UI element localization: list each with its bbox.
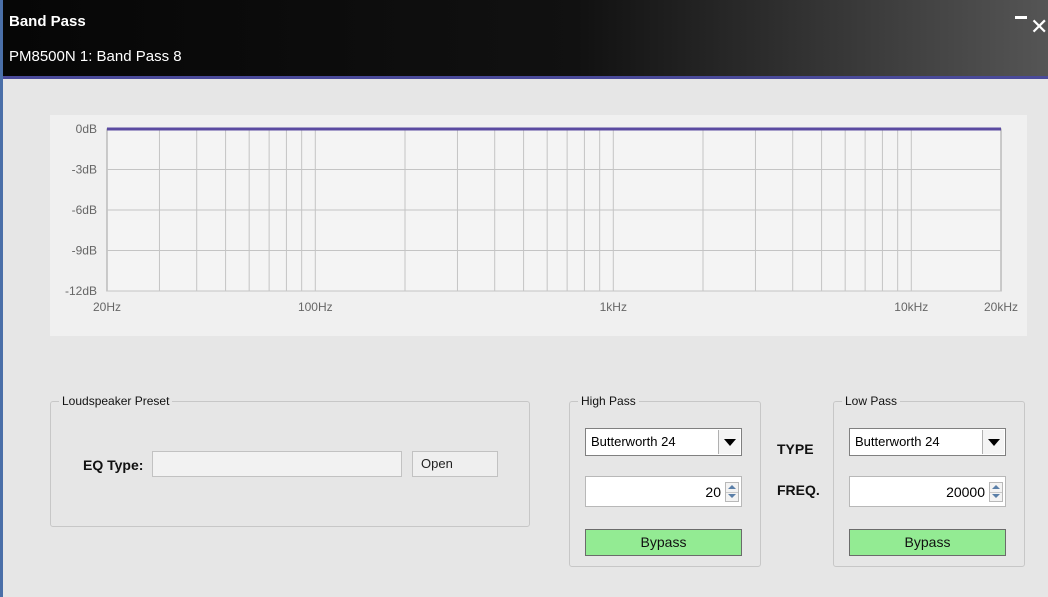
title-bar[interactable]: Band Pass PM8500N 1: Band Pass 8 ✕	[3, 0, 1048, 76]
open-button[interactable]: Open	[412, 451, 498, 477]
low-pass-legend: Low Pass	[842, 394, 901, 408]
loudspeaker-preset-legend: Loudspeaker Preset	[59, 394, 173, 408]
frequency-response-graph: 0dB -3dB -6dB -9dB -12dB 20Hz 100Hz 1kHz 10kHz 20…	[50, 115, 1027, 336]
y-tick-label: -3dB	[72, 163, 97, 177]
high-pass-freq-spinner	[725, 482, 739, 502]
x-tick-label: 100Hz	[298, 300, 333, 314]
low-pass-bypass-button[interactable]: Bypass	[849, 529, 1006, 556]
x-tick-label: 10kHz	[894, 300, 928, 314]
x-tick-label: 20Hz	[93, 300, 121, 314]
spin-down-icon[interactable]	[726, 492, 738, 501]
low-pass-type-value: Butterworth 24	[855, 434, 940, 449]
minimize-icon	[1015, 16, 1027, 19]
y-tick-label: -6dB	[72, 203, 97, 217]
y-tick-label: -9dB	[72, 244, 97, 258]
low-pass-type-select[interactable]: Butterworth 24	[849, 428, 1006, 456]
chevron-down-icon	[724, 439, 736, 446]
loudspeaker-preset-group: Loudspeaker Preset EQ Type: Open	[50, 394, 530, 527]
high-pass-legend: High Pass	[578, 394, 639, 408]
high-pass-type-dropdown[interactable]	[718, 430, 740, 454]
low-pass-freq-value: 20000	[946, 484, 985, 500]
band-pass-window: Band Pass PM8500N 1: Band Pass 8 ✕ 0dB -3…	[0, 0, 1048, 597]
close-icon: ✕	[1030, 14, 1048, 39]
x-tick-label: 20kHz	[984, 300, 1018, 314]
x-tick-label: 1kHz	[600, 300, 627, 314]
chevron-down-icon	[988, 439, 1000, 446]
close-button[interactable]: ✕	[1030, 16, 1048, 38]
frequency-response-chart: 0dB -3dB -6dB -9dB -12dB 20Hz 100Hz 1kHz 10kHz 20…	[65, 122, 1018, 314]
low-pass-type-dropdown[interactable]	[982, 430, 1004, 454]
low-pass-freq-field[interactable]: 20000	[849, 476, 1006, 507]
high-pass-bypass-button[interactable]: Bypass	[585, 529, 742, 556]
low-pass-freq-spinner	[989, 482, 1003, 502]
high-pass-freq-value: 20	[705, 484, 721, 500]
window-title: Band Pass	[9, 13, 86, 30]
high-pass-type-value: Butterworth 24	[591, 434, 676, 449]
high-pass-group: High Pass Butterworth 24 20 Bypass	[569, 394, 761, 567]
y-tick-label: 0dB	[76, 122, 97, 136]
editor-panel: 0dB -3dB -6dB -9dB -12dB 20Hz 100Hz 1kHz 10kHz 20…	[3, 79, 1048, 597]
y-tick-label: -12dB	[65, 284, 97, 298]
minimize-button[interactable]	[1009, 14, 1029, 36]
freq-row-label: FREQ.	[777, 482, 820, 498]
window-subtitle: PM8500N 1: Band Pass 8	[9, 48, 182, 65]
eq-type-label: EQ Type:	[83, 457, 144, 473]
high-pass-type-select[interactable]: Butterworth 24	[585, 428, 742, 456]
low-pass-group: Low Pass Butterworth 24 20000 Bypass	[833, 394, 1025, 567]
type-row-label: TYPE	[777, 441, 814, 457]
eq-type-field[interactable]	[152, 451, 402, 477]
high-pass-freq-field[interactable]: 20	[585, 476, 742, 507]
spin-down-icon[interactable]	[990, 492, 1002, 501]
